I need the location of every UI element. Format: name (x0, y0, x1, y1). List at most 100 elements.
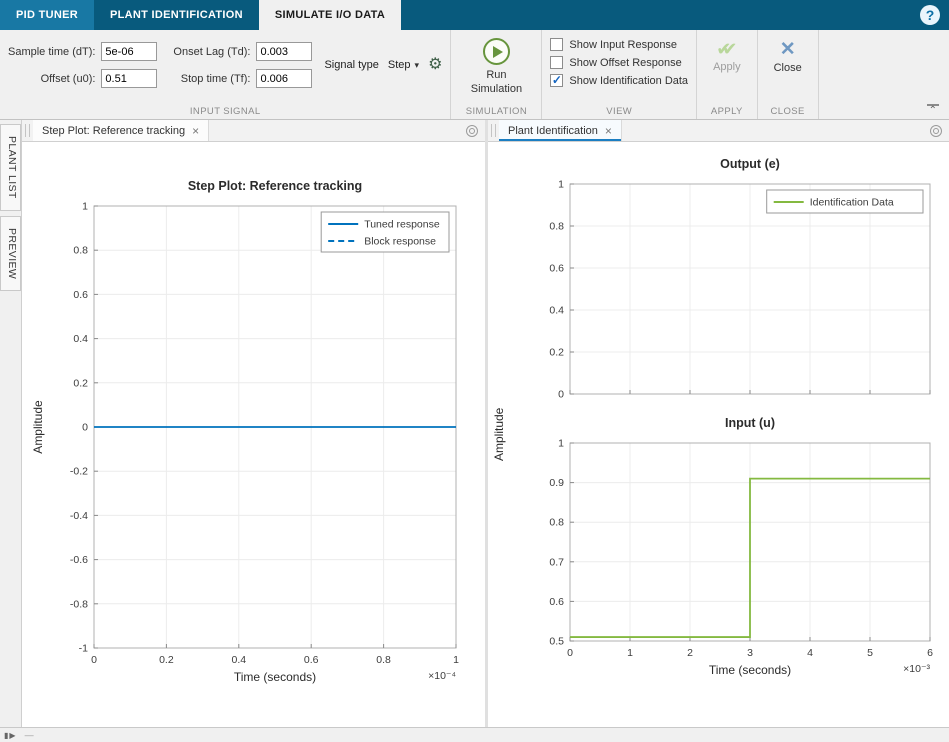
view-section-label: VIEW (606, 106, 633, 117)
apply-check-icon: ✔✔ (716, 39, 737, 59)
expand-panel-icon[interactable]: ▮▶ (4, 731, 17, 740)
close-section-label: CLOSE (770, 106, 805, 117)
svg-text:1: 1 (453, 654, 459, 666)
svg-text:0.2: 0.2 (159, 654, 174, 666)
step-plot-tab-close-icon[interactable]: × (192, 125, 199, 137)
svg-text:0: 0 (91, 654, 97, 666)
close-button[interactable]: ✕ Close (766, 36, 810, 78)
signal-type-label: Signal type (324, 59, 379, 71)
svg-text:Input (u): Input (u) (725, 416, 775, 430)
svg-text:Identification Data: Identification Data (809, 197, 893, 209)
left-dock-strip: PLANT LIST PREVIEW (0, 120, 22, 727)
input-u-chart: 0 1 2 3 4 5 6 0.5 0.6 0.7 0.8 0.9 1 Input (u) Time (se… (514, 409, 946, 714)
svg-text:0.6: 0.6 (549, 263, 564, 275)
svg-text:0.8: 0.8 (549, 517, 564, 529)
main-area: PLANT LIST PREVIEW Step Plot: Reference … (0, 120, 949, 727)
panel-menu-icon[interactable] (466, 125, 478, 137)
onset-lag-input[interactable] (256, 42, 313, 61)
show-offset-response-label: Show Offset Response (569, 56, 682, 69)
apply-button[interactable]: ✔✔ Apply (705, 36, 749, 77)
run-simulation-button[interactable]: Run Simulation (459, 36, 533, 99)
tab-simulate-io-data[interactable]: SIMULATE I/O DATA (258, 0, 402, 30)
sidebar-tab-preview[interactable]: PREVIEW (0, 215, 21, 291)
ribbon-toolstrip: Sample time (dT): Onset Lag (Td): Offset… (0, 30, 949, 120)
svg-text:0.2: 0.2 (549, 347, 564, 359)
sample-time-label: Sample time (dT): (8, 45, 96, 58)
chevron-down-icon: ▾ (414, 59, 420, 70)
svg-text:0.7: 0.7 (549, 556, 564, 568)
run-play-icon (482, 38, 510, 65)
svg-text:0: 0 (567, 647, 573, 659)
svg-text:1: 1 (558, 179, 564, 191)
input-signal-section-label: INPUT SIGNAL (189, 106, 261, 117)
signal-type-select[interactable]: Step ▾ (384, 57, 423, 73)
svg-text:0.5: 0.5 (549, 636, 564, 648)
svg-text:5: 5 (867, 647, 873, 659)
svg-text:-0.8: -0.8 (69, 598, 87, 610)
plant-identification-panel-header: Plant Identification × (488, 120, 949, 142)
svg-text:Tuned response: Tuned response (364, 219, 440, 231)
status-bar: ▮▶ — (0, 727, 949, 742)
apply-section-label: APPLY (710, 106, 743, 117)
plant-identification-tab[interactable]: Plant Identification × (499, 120, 622, 141)
svg-text:6: 6 (927, 647, 933, 659)
svg-text:0.6: 0.6 (303, 654, 318, 666)
svg-text:0.4: 0.4 (73, 333, 88, 345)
tab-plant-identification[interactable]: PLANT IDENTIFICATION (94, 0, 259, 30)
step-plot-tab[interactable]: Step Plot: Reference tracking × (33, 120, 210, 141)
show-offset-response-row: Show Offset Response (550, 56, 688, 69)
tab-pid-tuner[interactable]: PID TUNER (0, 0, 94, 30)
signal-settings-gear-icon[interactable]: ⚙ (428, 57, 442, 73)
sample-time-input[interactable] (101, 42, 158, 61)
offset-input[interactable] (101, 69, 158, 88)
show-offset-response-checkbox[interactable] (550, 56, 564, 69)
svg-text:0.8: 0.8 (73, 245, 88, 257)
collapse-ribbon-icon[interactable]: ⌃ (926, 104, 939, 116)
svg-text:×10⁻³: ×10⁻³ (903, 663, 930, 675)
stop-time-label: Stop time (Tf): (180, 72, 251, 85)
close-section: ✕ Close CLOSE (758, 30, 819, 119)
svg-text:Step Plot: Reference tracking: Step Plot: Reference tracking (187, 179, 361, 193)
step-plot-chart: 0 0.2 0.4 0.6 0.8 1 -1 -0.8 -0.6 -0.4 -0.2 0 0.2 0.4 0… (22, 142, 485, 727)
close-x-icon: ✕ (779, 39, 796, 60)
drag-grip-icon[interactable] (491, 124, 496, 137)
plant-identification-tab-close-icon[interactable]: × (605, 125, 612, 137)
svg-text:0.9: 0.9 (549, 477, 564, 489)
svg-text:1: 1 (558, 438, 564, 450)
drag-grip-icon[interactable] (25, 124, 30, 137)
svg-text:2: 2 (687, 647, 693, 659)
plant-identification-panel: Plant Identification × Amplitude 0 0.2 0.4… (488, 120, 949, 727)
simulation-section: Run Simulation SIMULATION (451, 30, 543, 119)
step-plot-panel-header: Step Plot: Reference tracking × (22, 120, 485, 142)
svg-text:×10⁻⁴: ×10⁻⁴ (428, 670, 456, 682)
status-handle: — (24, 730, 34, 740)
stop-time-input[interactable] (256, 69, 313, 88)
svg-text:0.8: 0.8 (376, 654, 391, 666)
show-input-response-checkbox[interactable] (550, 38, 564, 51)
svg-text:Time (seconds): Time (seconds) (708, 663, 790, 677)
svg-text:-0.4: -0.4 (69, 510, 87, 522)
view-section: Show Input Response Show Offset Response… (542, 30, 698, 119)
svg-text:0.6: 0.6 (549, 596, 564, 608)
simulation-section-label: SIMULATION (465, 106, 528, 117)
show-input-response-row: Show Input Response (550, 38, 688, 51)
sidebar-tab-plant-list[interactable]: PLANT LIST (0, 124, 21, 211)
svg-text:0: 0 (82, 422, 88, 434)
svg-text:1: 1 (82, 201, 88, 213)
svg-text:0.6: 0.6 (73, 289, 88, 301)
svg-text:0.2: 0.2 (73, 377, 88, 389)
close-label: Close (773, 62, 802, 74)
app-tab-bar: PID TUNER PLANT IDENTIFICATION SIMULATE … (0, 0, 949, 30)
show-input-response-label: Show Input Response (569, 38, 678, 51)
svg-text:Block response: Block response (364, 236, 436, 248)
output-e-chart: 0 0.2 0.4 0.6 0.8 1 Output (e) Identification D… (514, 144, 946, 409)
svg-text:Output (e): Output (e) (720, 157, 780, 171)
svg-text:0.8: 0.8 (549, 221, 564, 233)
show-identification-data-checkbox[interactable] (550, 74, 564, 87)
panel-menu-icon[interactable] (930, 125, 942, 137)
show-identification-data-row: Show Identification Data (550, 74, 688, 87)
plant-identification-tab-label: Plant Identification (508, 124, 598, 137)
svg-text:-0.2: -0.2 (69, 466, 87, 478)
run-simulation-label: Run Simulation (470, 69, 523, 95)
help-button[interactable]: ? (920, 5, 940, 25)
